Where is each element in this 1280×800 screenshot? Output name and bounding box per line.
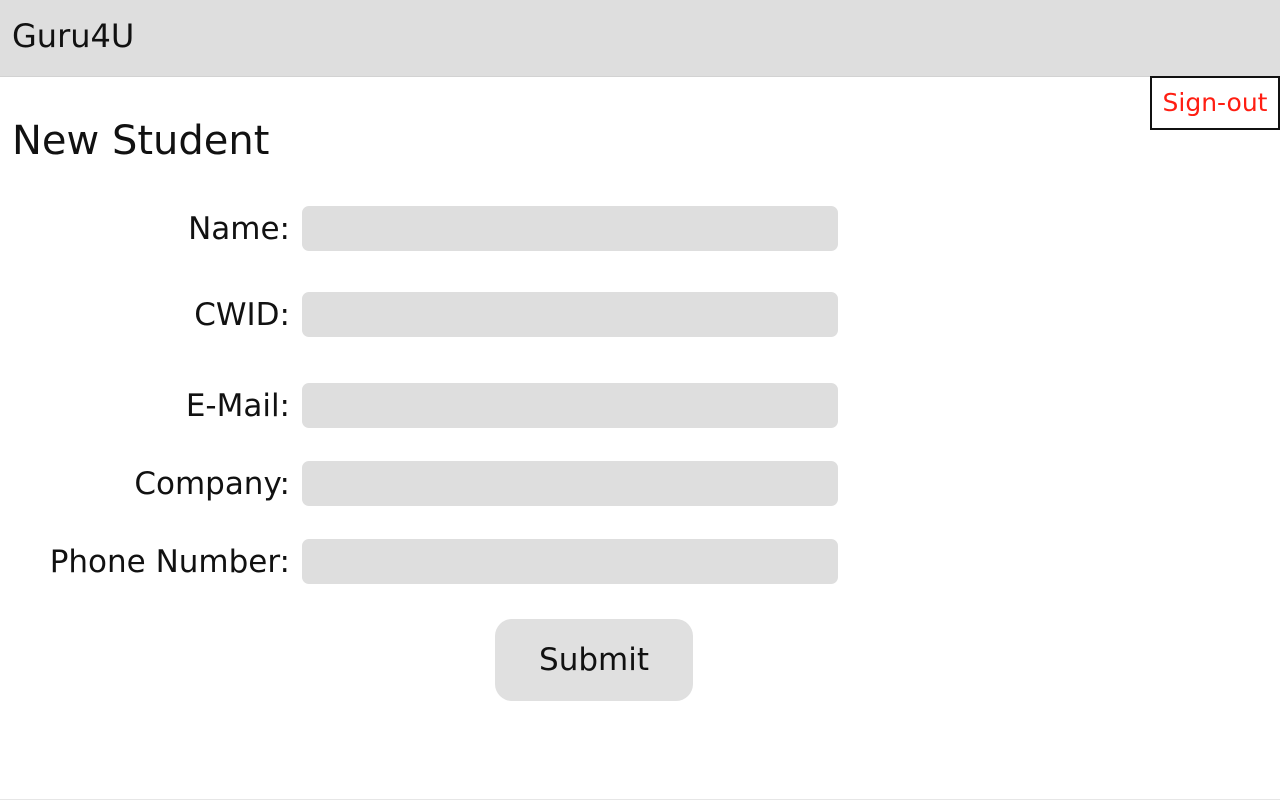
app-header: Guru4U [0, 0, 1280, 77]
new-student-page: Guru4U Sign-out New Student Name: CWID: … [0, 0, 1280, 800]
email-row: E-Mail: [0, 383, 840, 429]
name-input[interactable] [302, 206, 838, 251]
app-title: Guru4U [12, 17, 135, 55]
company-label: Company: [134, 466, 290, 502]
sign-out-button[interactable]: Sign-out [1150, 76, 1280, 130]
name-row: Name: [0, 206, 840, 252]
phone-number-label: Phone Number: [49, 544, 290, 580]
phone-number-input[interactable] [302, 539, 838, 584]
email-label: E-Mail: [185, 388, 290, 424]
email-input[interactable] [302, 383, 838, 428]
company-input[interactable] [302, 461, 838, 506]
company-row: Company: [0, 461, 840, 507]
submit-button[interactable]: Submit [495, 619, 693, 701]
page-title: New Student [12, 118, 270, 164]
phone-number-row: Phone Number: [0, 539, 840, 585]
cwid-label: CWID: [194, 297, 290, 333]
cwid-row: CWID: [0, 292, 840, 338]
name-label: Name: [188, 211, 290, 247]
cwid-input[interactable] [302, 292, 838, 337]
